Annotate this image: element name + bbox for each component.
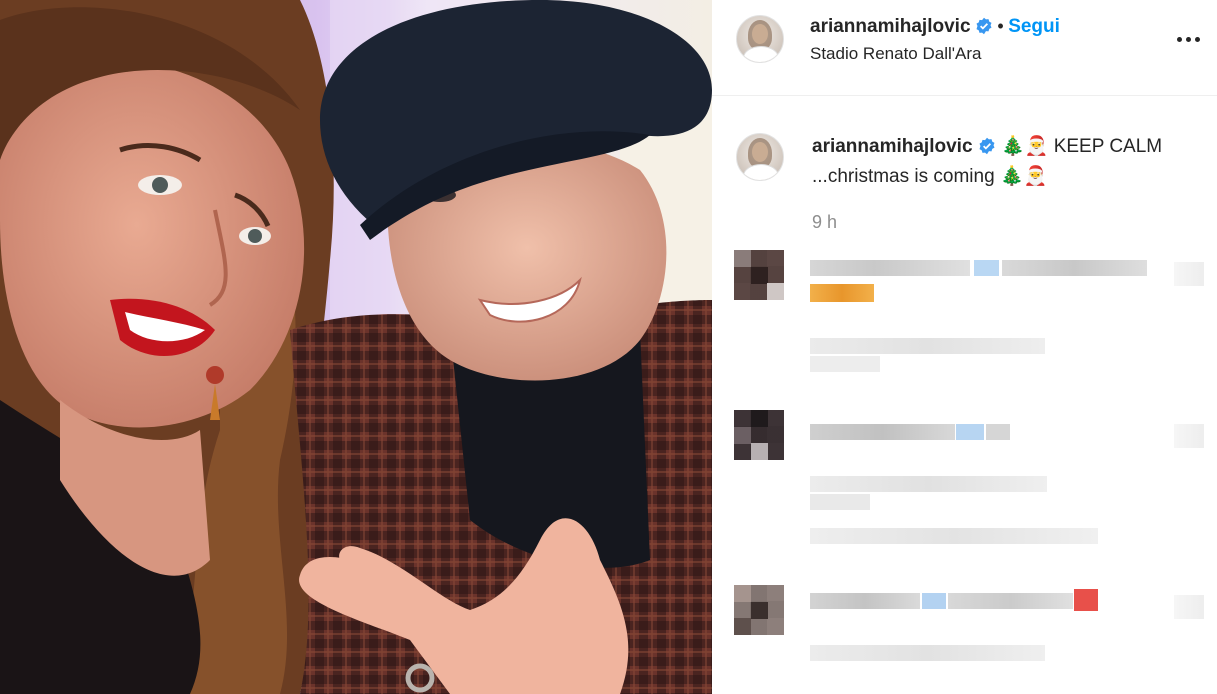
comment-emoji-blurred [810, 284, 874, 302]
comment-badge-blurred [922, 593, 946, 609]
comment-like-icon[interactable] [1174, 424, 1204, 448]
author-avatar[interactable] [736, 15, 784, 63]
comment-text-blurred [948, 593, 1073, 609]
comment-username-blurred [810, 260, 970, 276]
comment-item [734, 250, 1204, 385]
caption-verified-badge-icon [979, 137, 995, 155]
comment-like-icon[interactable] [1174, 595, 1204, 619]
comment-username-blurred [810, 424, 955, 440]
comment-text-blurred [1002, 260, 1147, 276]
santa-emoji: 🎅 [1023, 166, 1048, 187]
post-caption: ariannamihajlovic 🎄🎅 KEEP CALM ...christ… [812, 132, 1217, 192]
caption-username[interactable]: ariannamihajlovic [812, 136, 973, 157]
comment-meta-blurred [810, 645, 1045, 661]
christmas-tree-emoji: 🎄 [999, 166, 1024, 187]
more-options-icon[interactable] [1171, 22, 1205, 56]
post-location[interactable]: Stadio Renato Dall'Ara [810, 44, 981, 64]
post-timestamp: 9 h [812, 212, 838, 232]
post-photo-illustration [0, 0, 712, 694]
comment-reply-blurred [810, 356, 880, 372]
follow-button[interactable]: Segui [1008, 16, 1060, 37]
caption-text-line2: ...christmas is coming [812, 166, 995, 187]
header-title-row: ariannamihajlovic • Segui [810, 16, 1060, 38]
comment-emoji-blurred [1074, 589, 1098, 611]
caption-text-line1: KEEP CALM [1053, 136, 1163, 157]
commenter-avatar[interactable] [734, 585, 784, 635]
comment-like-icon[interactable] [1174, 262, 1204, 286]
comment-item [734, 585, 1204, 685]
comment-badge-blurred [956, 424, 984, 440]
comment-badge-blurred [974, 260, 999, 276]
header-separator: • [997, 16, 1004, 36]
commenter-avatar[interactable] [734, 250, 784, 300]
comment-text-blurred [810, 476, 1047, 492]
commenter-avatar[interactable] [734, 410, 784, 460]
santa-emoji: 🎅 [1024, 136, 1049, 157]
comment-text-blurred [810, 494, 870, 510]
comment-username-blurred [810, 593, 920, 609]
comment-item [734, 410, 1204, 560]
verified-badge-icon [976, 17, 992, 35]
post-details-panel: ariannamihajlovic • Segui Stadio Renato … [712, 0, 1217, 694]
comment-text-blurred [986, 424, 1010, 440]
comment-meta-blurred [810, 528, 1098, 544]
post-header: ariannamihajlovic • Segui Stadio Renato … [712, 0, 1217, 96]
author-username[interactable]: ariannamihajlovic [810, 16, 971, 37]
christmas-tree-emoji: 🎄 [1001, 136, 1025, 157]
post-photo [0, 0, 712, 694]
caption-author-avatar[interactable] [736, 133, 784, 181]
comment-meta-blurred [810, 338, 1045, 354]
